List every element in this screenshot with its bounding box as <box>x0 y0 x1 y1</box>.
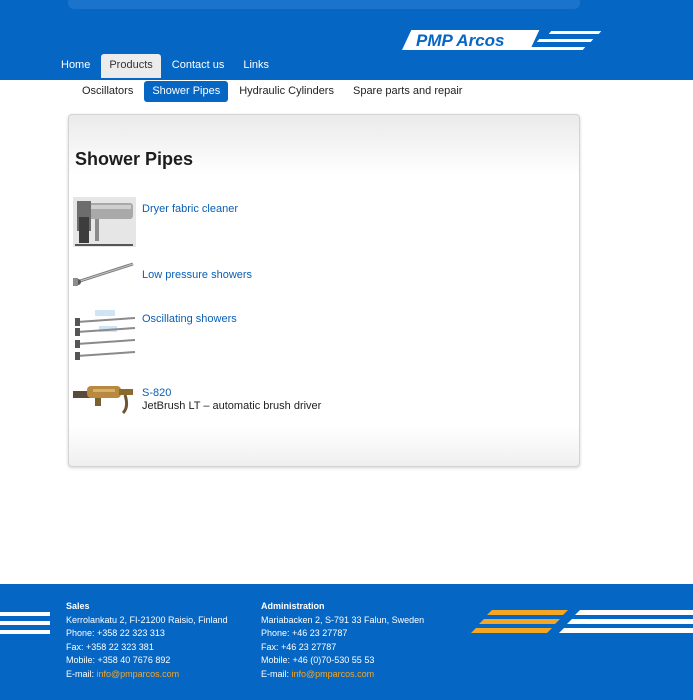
sales-mobile: Mobile: +358 40 7676 892 <box>66 655 171 665</box>
oscillating-showers-thumbnail[interactable] <box>73 308 136 366</box>
subnav-shower-pipes[interactable]: Shower Pipes <box>144 81 229 102</box>
header-top-bar <box>68 0 580 9</box>
administration-phone: Phone: +46 23 27787 <box>261 628 348 638</box>
sales-address: Kerrolankatu 2, FI-21200 Raisio, Finland <box>66 614 228 625</box>
sales-email-link[interactable]: info@pmparcos.com <box>97 669 180 679</box>
nav-links[interactable]: Links <box>235 54 277 77</box>
administration-heading: Administration <box>261 601 325 611</box>
site-header: PMP Arcos Home Products Contact us Links <box>0 0 693 80</box>
main-navigation: Home Products Contact us Links <box>53 54 280 78</box>
sales-fax: Fax: +358 22 323 381 <box>66 641 154 652</box>
administration-email-link[interactable]: info@pmparcos.com <box>292 669 375 679</box>
site-footer: Sales Kerrolankatu 2, FI-21200 Raisio, F… <box>0 584 693 700</box>
footer-left-stripe <box>0 630 50 634</box>
sub-navigation: Oscillators Shower Pipes Hydraulic Cylin… <box>74 81 473 102</box>
sales-email-label: E-mail: <box>66 668 97 679</box>
oscillating-showers-link[interactable]: Oscillating showers <box>142 313 237 325</box>
administration-email-line: E-mail: info@pmparcos.com <box>261 668 424 682</box>
content-panel: Shower Pipes Dryer fabric cleaner Low pr… <box>68 114 580 467</box>
sales-heading: Sales <box>66 601 90 611</box>
footer-stripes-graphic <box>471 610 693 633</box>
administration-email-label: E-mail: <box>261 668 292 679</box>
s-820-link[interactable]: S-820 <box>142 387 171 399</box>
s-820-thumbnail[interactable] <box>73 383 136 419</box>
logo-stripe <box>548 31 602 34</box>
dryer-fabric-cleaner-thumbnail[interactable] <box>73 197 136 247</box>
dryer-fabric-cleaner-link[interactable]: Dryer fabric cleaner <box>142 203 238 215</box>
administration-fax: Fax: +46 23 27787 <box>261 641 337 652</box>
low-pressure-showers-thumbnail[interactable] <box>73 258 136 288</box>
administration-mobile: Mobile: +46 (0)70-530 55 53 <box>261 655 375 665</box>
subnav-oscillators[interactable]: Oscillators <box>74 81 141 102</box>
s-820-description: JetBrush LT – automatic brush driver <box>142 400 322 412</box>
subnav-spare-parts[interactable]: Spare parts and repair <box>345 81 470 102</box>
footer-left-stripe <box>0 612 50 616</box>
sales-phone: Phone: +358 22 323 313 <box>66 628 165 638</box>
page-title: Shower Pipes <box>75 149 194 169</box>
pmp-arcos-logo[interactable]: PMP Arcos <box>394 28 602 54</box>
logo-text: PMP Arcos <box>416 31 505 50</box>
nav-home[interactable]: Home <box>53 54 98 77</box>
logo-stripe <box>524 47 586 50</box>
subnav-hydraulic-cylinders[interactable]: Hydraulic Cylinders <box>231 81 342 102</box>
administration-contact: Administration Mariabacken 2, S-791 33 F… <box>261 600 424 681</box>
nav-contact-us[interactable]: Contact us <box>164 54 233 77</box>
footer-left-stripe <box>0 621 50 625</box>
sales-contact: Sales Kerrolankatu 2, FI-21200 Raisio, F… <box>66 600 228 681</box>
administration-address: Mariabacken 2, S-791 33 Falun, Sweden <box>261 614 425 625</box>
sales-email-line: E-mail: info@pmparcos.com <box>66 668 228 682</box>
nav-products[interactable]: Products <box>101 54 161 78</box>
logo-stripe <box>536 39 594 42</box>
low-pressure-showers-link[interactable]: Low pressure showers <box>142 269 252 281</box>
